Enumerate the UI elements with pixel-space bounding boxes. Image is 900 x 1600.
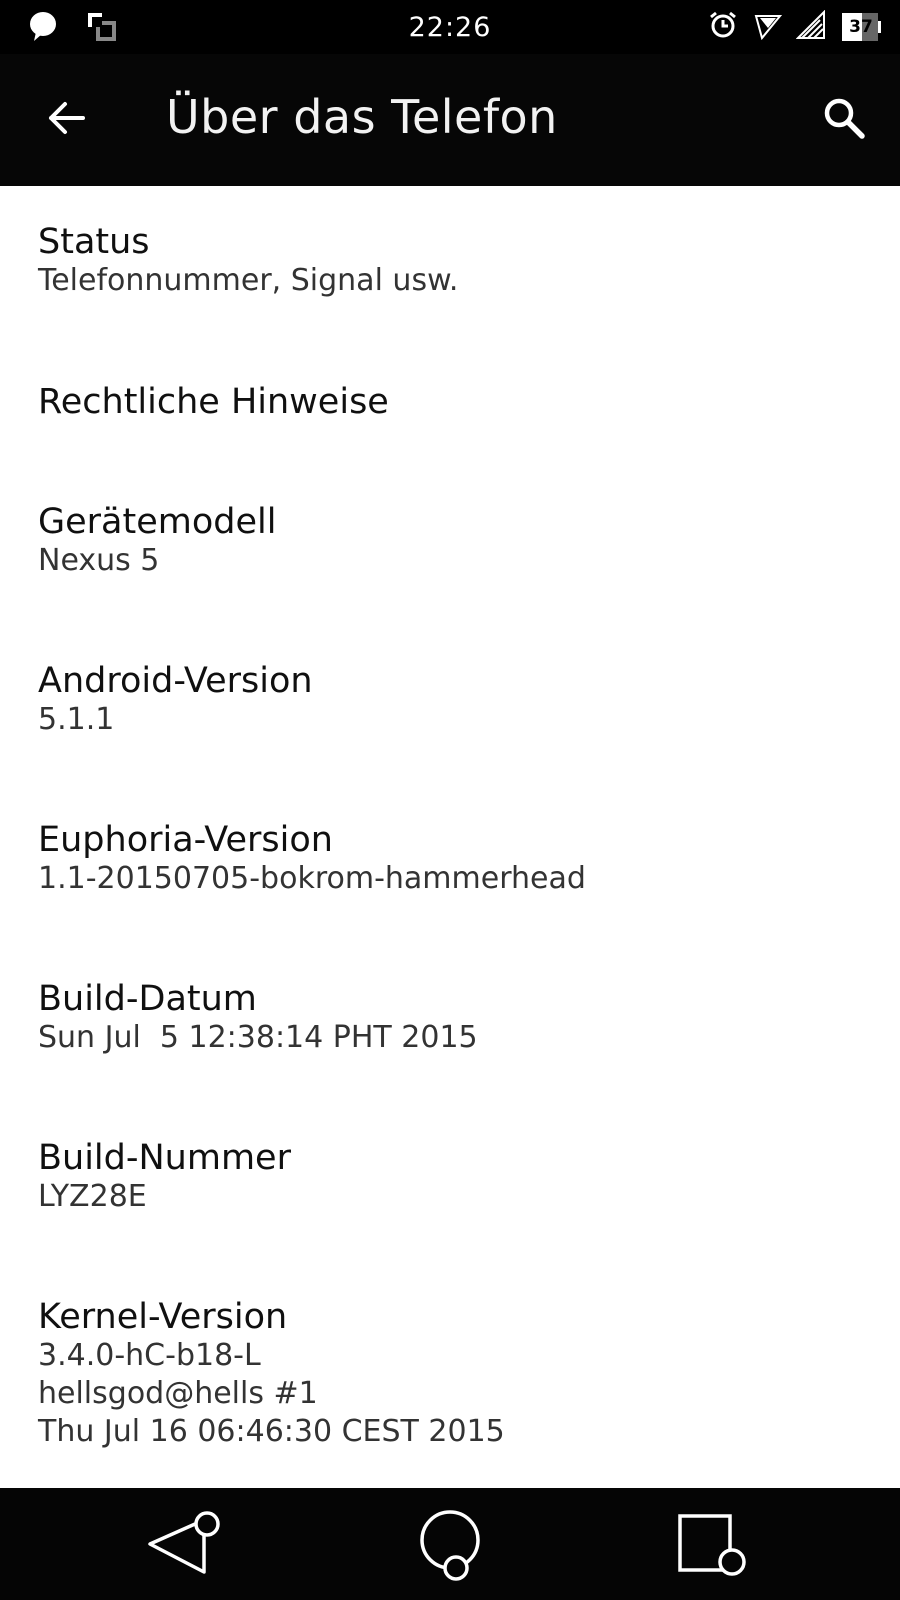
item-subtitle: Sun Jul 5 12:38:14 PHT 2015 [38, 1020, 478, 1055]
item-subtitle: 5.1.1 [38, 702, 115, 737]
list-item-euphoria-version[interactable]: Euphoria-Version 1.1-20150705-bokrom-ham… [0, 820, 900, 898]
list-item-legal[interactable]: Rechtliche Hinweise [0, 382, 900, 422]
list-item-build-number[interactable]: Build-Nummer LYZ28E [0, 1138, 900, 1216]
item-subtitle: Telefonnummer, Signal usw. [38, 263, 459, 298]
nav-back-icon [144, 1510, 224, 1584]
item-title: Rechtliche Hinweise [38, 382, 389, 422]
list-item-status[interactable]: Status Telefonnummer, Signal usw. [0, 222, 900, 300]
nav-back-button[interactable] [144, 1508, 224, 1586]
item-title: Euphoria-Version [38, 820, 333, 860]
wifi-icon [752, 10, 783, 44]
nav-home-icon [410, 1506, 490, 1588]
nav-home-button[interactable] [410, 1508, 490, 1586]
battery-level: 37 [849, 17, 873, 37]
list-item-build-date[interactable]: Build-Datum Sun Jul 5 12:38:14 PHT 2015 [0, 979, 900, 1057]
search-button[interactable] [818, 94, 870, 146]
battery-icon: 37 [840, 11, 882, 43]
search-icon [822, 96, 866, 144]
item-subtitle: hellsgod@hells #1 [38, 1376, 318, 1411]
list-item-device-model[interactable]: Gerätemodell Nexus 5 [0, 502, 900, 580]
back-button[interactable] [40, 94, 92, 146]
item-subtitle: 1.1-20150705-bokrom-hammerhead [38, 861, 586, 896]
item-title: Build-Nummer [38, 1138, 291, 1178]
item-title: Status [38, 222, 150, 262]
nav-recents-button[interactable] [672, 1508, 752, 1586]
item-title: Kernel-Version [38, 1297, 288, 1337]
item-subtitle: Thu Jul 16 06:46:30 CEST 2015 [38, 1414, 505, 1449]
page-title: Über das Telefon [166, 90, 558, 144]
item-subtitle: Nexus 5 [38, 543, 160, 578]
arrow-back-icon [45, 97, 87, 143]
item-subtitle: LYZ28E [38, 1179, 147, 1214]
list-item-kernel-version[interactable]: Kernel-Version 3.4.0-hC-b18-L hellsgod@h… [0, 1297, 900, 1451]
status-bar: 22:26 37 [0, 0, 900, 54]
status-right-icons: 37 [708, 9, 882, 44]
navigation-bar [0, 1488, 900, 1600]
app-bar: Über das Telefon [0, 54, 900, 186]
nav-recents-icon [672, 1510, 752, 1584]
cell-signal-icon [795, 9, 826, 44]
list-item-android-version[interactable]: Android-Version 5.1.1 [0, 661, 900, 739]
item-title: Gerätemodell [38, 502, 277, 542]
item-subtitle: 3.4.0-hC-b18-L [38, 1338, 261, 1373]
item-title: Build-Datum [38, 979, 257, 1019]
item-title: Android-Version [38, 661, 313, 701]
alarm-icon [708, 10, 738, 44]
settings-list: Status Telefonnummer, Signal usw. Rechtl… [0, 186, 900, 1488]
